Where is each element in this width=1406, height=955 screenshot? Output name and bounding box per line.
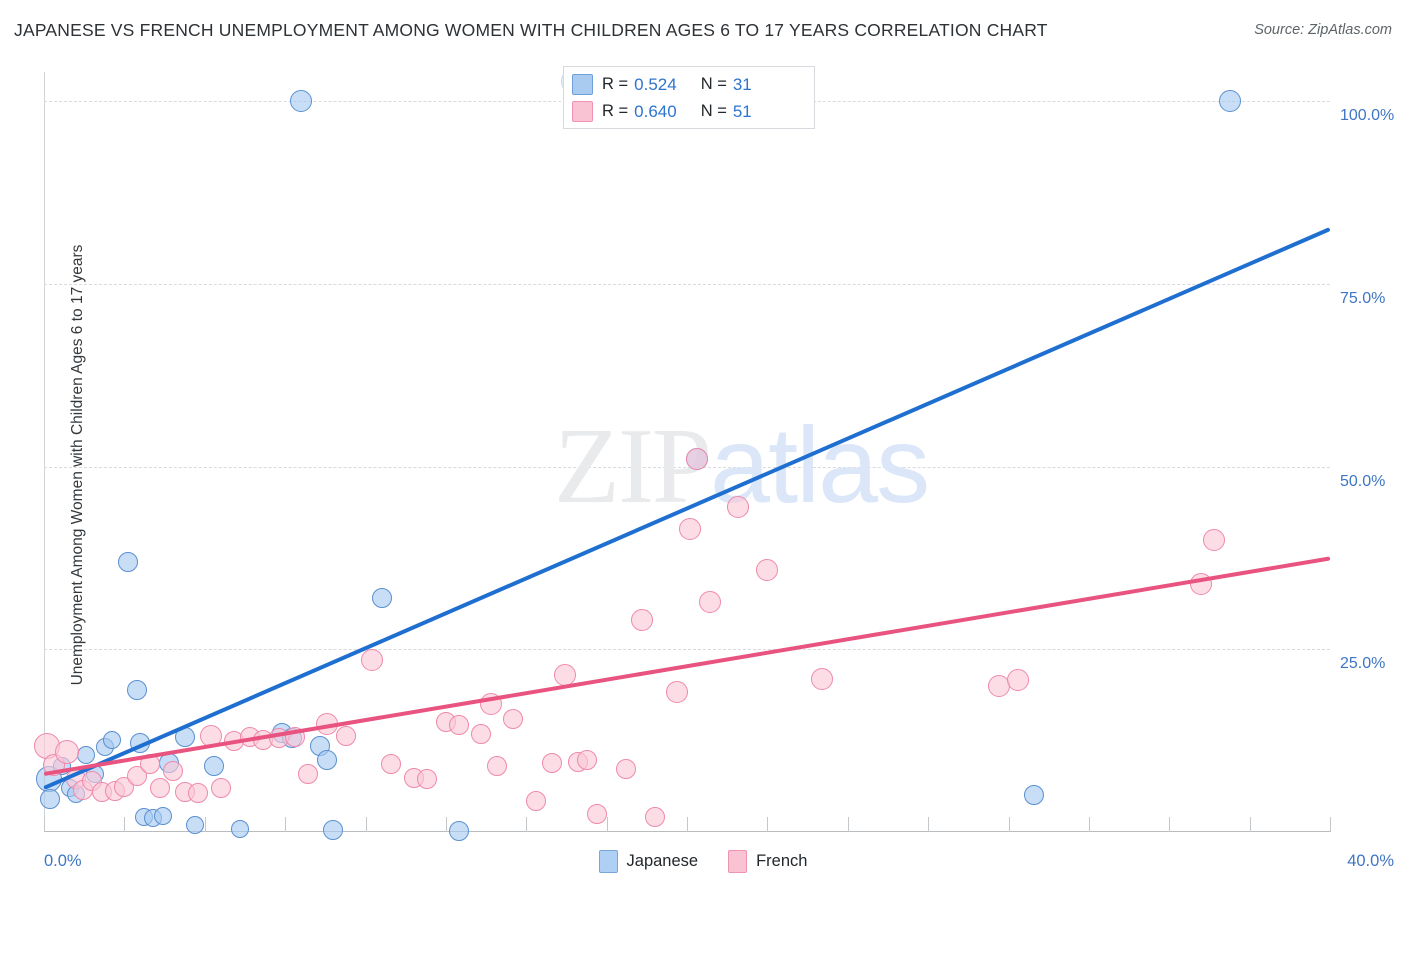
x-axis-tick	[204, 817, 206, 832]
x-axis-tick	[1169, 817, 1171, 832]
legend-item-french[interactable]: French	[728, 850, 807, 873]
x-axis-tick	[1088, 817, 1090, 832]
y-axis-tick-label: 100.0%	[1340, 107, 1395, 125]
data-point-french[interactable]	[685, 448, 708, 471]
japanese-legend-swatch-icon	[598, 850, 618, 873]
data-point-japanese[interactable]	[204, 756, 225, 777]
data-point-japanese[interactable]	[1219, 90, 1242, 113]
y-axis-line	[44, 72, 45, 832]
data-point-japanese[interactable]	[290, 90, 313, 113]
french-r-value: 0.640	[634, 101, 677, 121]
data-point-french[interactable]	[416, 769, 437, 790]
data-point-french[interactable]	[666, 680, 689, 703]
french-swatch-icon	[572, 101, 593, 122]
japanese-n-label: N =	[700, 75, 727, 93]
japanese-n-value: 31	[732, 74, 752, 94]
x-axis-tick	[767, 817, 769, 832]
data-point-japanese[interactable]	[1024, 785, 1045, 806]
y-axis-tick-label: 75.0%	[1340, 289, 1386, 307]
data-point-french[interactable]	[525, 791, 546, 812]
french-n-label: N =	[700, 102, 727, 120]
x-axis-tick	[285, 817, 287, 832]
data-point-french[interactable]	[381, 754, 402, 775]
x-axis-tick	[687, 817, 688, 832]
data-point-french[interactable]	[487, 756, 508, 777]
data-point-french[interactable]	[149, 778, 170, 799]
data-point-french[interactable]	[503, 708, 524, 729]
data-point-japanese[interactable]	[231, 820, 250, 839]
french-legend-swatch-icon	[728, 850, 748, 873]
japanese-r-label: R =	[602, 75, 629, 93]
japanese-r-value: 0.524	[634, 74, 677, 94]
page-title: JAPANESE VS FRENCH UNEMPLOYMENT AMONG WO…	[14, 20, 1048, 40]
data-point-french[interactable]	[630, 609, 653, 632]
data-point-french[interactable]	[210, 778, 231, 799]
data-point-japanese[interactable]	[117, 551, 138, 572]
data-point-french[interactable]	[360, 649, 383, 672]
x-axis-tick	[365, 817, 367, 832]
correlation-stats-box: R = 0.524 N = 31 R = 0.640 N = 51	[563, 66, 815, 129]
data-point-french[interactable]	[471, 724, 492, 745]
y-axis-tick-label: 25.0%	[1340, 655, 1386, 673]
stats-row-japanese: R = 0.524 N = 31	[572, 71, 752, 98]
data-point-french[interactable]	[727, 495, 750, 518]
x-axis-tick	[526, 817, 528, 832]
x-axis-tick	[124, 817, 126, 832]
plot-area: ZIPatlas 25.0% 50.0% 75.0% 100.0% Unemploym…	[34, 72, 1394, 841]
data-point-french[interactable]	[615, 759, 636, 780]
series-legend: Japanese French	[0, 850, 1406, 873]
data-point-french[interactable]	[162, 761, 183, 782]
french-n-value: 51	[732, 101, 752, 121]
french-r-label: R =	[602, 102, 629, 120]
x-axis-tick	[44, 817, 45, 832]
data-point-japanese[interactable]	[448, 820, 469, 841]
data-point-french[interactable]	[756, 559, 779, 582]
data-point-japanese[interactable]	[323, 819, 344, 840]
data-point-french[interactable]	[679, 517, 702, 540]
x-axis-tick	[1330, 817, 1331, 832]
data-point-french[interactable]	[297, 763, 318, 784]
data-point-french[interactable]	[448, 715, 469, 736]
data-point-french[interactable]	[1203, 528, 1226, 551]
data-point-french[interactable]	[811, 667, 834, 690]
x-axis-tick	[606, 817, 608, 832]
stats-row-french: R = 0.640 N = 51	[572, 98, 752, 125]
source-label: Source: ZipAtlas.com	[1254, 22, 1392, 38]
data-point-french[interactable]	[336, 725, 357, 746]
data-point-french[interactable]	[577, 749, 598, 770]
x-axis-tick	[928, 817, 930, 832]
data-point-japanese[interactable]	[371, 588, 392, 609]
data-point-japanese[interactable]	[153, 806, 172, 825]
data-point-french[interactable]	[541, 753, 562, 774]
data-point-french[interactable]	[188, 783, 209, 804]
x-axis-tick	[1249, 817, 1251, 832]
x-axis-tick	[445, 817, 447, 832]
trendline-french	[43, 555, 1331, 776]
data-point-french[interactable]	[1007, 669, 1030, 691]
data-point-japanese[interactable]	[40, 789, 61, 810]
data-point-japanese[interactable]	[102, 730, 121, 749]
gridline	[44, 649, 1330, 651]
legend-label-japanese: Japanese	[626, 852, 699, 870]
y-axis-tick-label: 50.0%	[1340, 472, 1386, 490]
data-point-french[interactable]	[698, 590, 721, 613]
y-axis-title: Unemployment Among Women with Children A…	[69, 244, 86, 686]
data-point-french[interactable]	[644, 807, 665, 828]
japanese-swatch-icon	[572, 74, 593, 95]
x-axis-tick	[847, 817, 849, 832]
legend-item-japanese[interactable]: Japanese	[598, 850, 699, 873]
data-point-japanese[interactable]	[316, 750, 337, 771]
legend-label-french: French	[756, 852, 808, 870]
x-axis-tick	[1008, 817, 1010, 832]
data-point-japanese[interactable]	[127, 679, 148, 700]
data-point-japanese[interactable]	[186, 815, 205, 834]
trendline-japanese	[43, 227, 1331, 790]
data-point-french[interactable]	[586, 803, 607, 824]
gridline	[44, 283, 1330, 285]
gridline	[44, 466, 1330, 468]
